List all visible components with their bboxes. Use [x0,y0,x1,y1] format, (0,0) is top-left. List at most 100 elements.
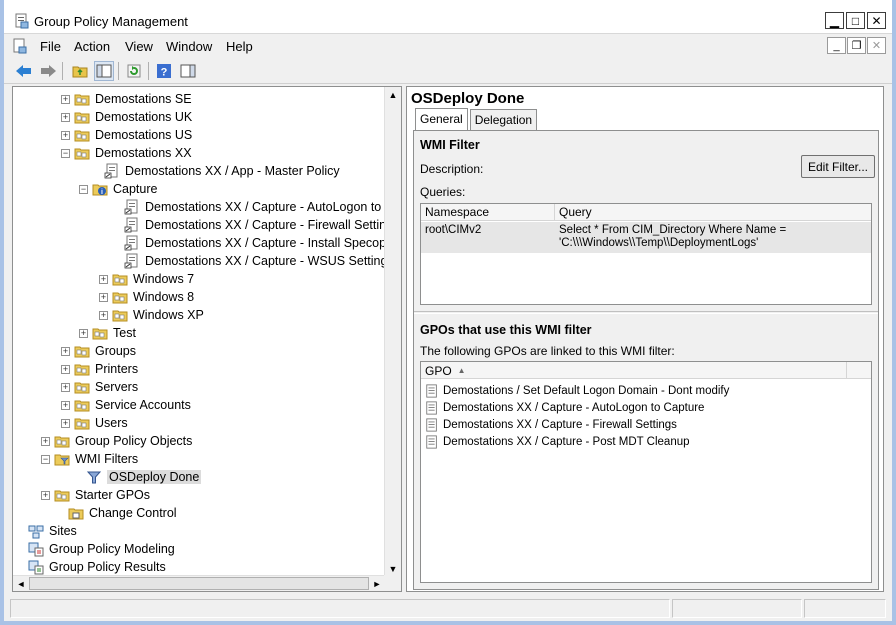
help-button[interactable]: ? [154,61,174,81]
list-item[interactable]: Demostations XX / Capture - Post MDT Cle… [425,433,690,450]
tree-node[interactable]: + Group Policy Objects [41,432,192,450]
expand-icon[interactable]: + [99,274,108,284]
refresh-button[interactable] [124,61,144,81]
tree-vertical-scrollbar[interactable]: ▲ ▼ [384,87,401,577]
expand-icon[interactable]: + [99,292,108,302]
list-item[interactable]: Demostations XX / Capture - AutoLogon to… [425,399,704,416]
tree-node[interactable]: + Service Accounts [61,396,191,414]
tree-node[interactable]: + Groups [61,342,136,360]
tree-node[interactable]: Demostations XX / Capture - Install Spec… [111,234,385,252]
expand-icon[interactable]: + [41,436,50,446]
close-button[interactable]: ✕ [867,12,886,29]
scroll-right-button[interactable]: ► [369,576,385,591]
console-icon[interactable] [12,38,28,54]
expand-icon[interactable]: + [61,130,70,140]
menu-help[interactable]: Help [226,39,253,54]
tree-node[interactable]: + Windows 7 [99,270,194,288]
tree-node[interactable]: + Printers [61,360,138,378]
folder-icon [74,343,90,359]
tree-node[interactable]: Demostations XX / Capture - AutoLogon to… [111,198,385,216]
tree-node[interactable]: − WMI Filters [41,450,138,468]
tree-node[interactable]: + Starter GPOs [41,486,150,504]
list-item[interactable]: Demostations / Set Default Logon Domain … [425,382,729,399]
folder-icon [54,433,70,449]
folder-icon [74,109,90,125]
collapse-icon[interactable]: − [61,148,70,158]
menu-action[interactable]: Action [74,39,110,54]
tree-node[interactable]: OSDeploy Done [73,468,202,486]
tree-node-label: Demostations XX / App - Master Policy [125,164,340,178]
gpo-link-icon [124,199,140,215]
menu-window[interactable]: Window [166,39,212,54]
close-icon: ✕ [871,40,882,52]
forward-button[interactable] [38,61,58,81]
tree-node[interactable]: + Servers [61,378,138,396]
tree-node[interactable]: + Test [79,324,136,342]
table-row[interactable]: root\CIMv2 Select * From CIM_Directory W… [421,222,871,253]
tab-general[interactable]: General [415,108,468,130]
triangle-down-icon: ▼ [388,564,398,574]
change-control-icon [68,505,84,521]
column-query[interactable]: Query [555,204,871,221]
tree-node[interactable]: + Demostations US [61,126,192,144]
mdi-restore-button[interactable]: ❐ [847,37,866,54]
tree-node[interactable]: Demostations XX / Capture - WSUS Setting… [111,252,385,270]
expand-icon[interactable]: + [61,94,70,104]
gpo-icon [425,434,439,449]
scroll-left-button[interactable]: ◄ [13,576,29,591]
menu-view[interactable]: View [125,39,153,54]
gpmc-app-icon [15,13,29,29]
expand-icon[interactable]: + [61,364,70,374]
list-item[interactable]: Demostations XX / Capture - Firewall Set… [425,416,677,433]
tree-node[interactable]: − i Capture [79,180,157,198]
folder-icon [74,91,90,107]
tree-node[interactable]: + Demostations SE [61,90,192,108]
back-button[interactable] [14,61,34,81]
edit-filter-button[interactable]: Edit Filter... [801,155,875,178]
expand-icon[interactable]: + [99,310,108,320]
show-hide-console-tree-button[interactable] [94,61,114,81]
expand-icon[interactable]: + [41,490,50,500]
up-one-level-button[interactable] [70,61,90,81]
tree-node[interactable]: Change Control [55,504,177,522]
mdi-close-button[interactable]: ✕ [867,37,886,54]
folder-icon [74,379,90,395]
tree-node[interactable]: Sites [15,522,77,540]
expand-icon[interactable]: + [61,382,70,392]
tree-horizontal-scrollbar[interactable]: ◄ ► [13,575,385,591]
tree-node[interactable]: Group Policy Results [15,558,166,576]
menu-file[interactable]: File [40,39,61,54]
scroll-up-button[interactable]: ▲ [385,87,401,103]
status-bar [4,596,892,621]
queries-table[interactable]: Namespace Query root\CIMv2 Select * From… [420,203,872,305]
minimize-button[interactable]: ▁ [825,12,844,29]
expand-icon[interactable]: + [61,346,70,356]
console-tree-pane[interactable]: + Demostations SE + Demostations UK + Demosta… [12,86,402,592]
gpos-list[interactable]: GPO ▲ Demostations / Set Default Logon D… [420,361,872,583]
tree-node[interactable]: Group Policy Modeling [15,540,175,558]
column-namespace[interactable]: Namespace [421,204,555,221]
column-gpo[interactable]: GPO ▲ [421,362,847,379]
scroll-thumb[interactable] [29,577,369,590]
tree-node[interactable]: + Users [61,414,128,432]
action-pane-icon [180,64,196,78]
tree-node[interactable]: + Demostations UK [61,108,192,126]
expand-icon[interactable]: + [61,400,70,410]
tree-node-label: WMI Filters [75,452,139,466]
section-divider [414,311,878,314]
expand-icon[interactable]: + [79,328,88,338]
collapse-icon[interactable]: − [79,184,88,194]
tree-node[interactable]: Demostations XX / Capture - Firewall Set… [111,216,385,234]
tree-node[interactable]: + Windows 8 [99,288,194,306]
refresh-icon [127,64,141,78]
tab-delegation[interactable]: Delegation [469,109,538,130]
expand-icon[interactable]: + [61,112,70,122]
tree-node[interactable]: − Demostations XX [61,144,192,162]
mdi-minimize-button[interactable]: _ [827,37,846,54]
tree-node[interactable]: Demostations XX / App - Master Policy [91,162,340,180]
expand-icon[interactable]: + [61,418,70,428]
tree-node[interactable]: + Windows XP [99,306,204,324]
show-hide-action-pane-button[interactable] [178,61,198,81]
collapse-icon[interactable]: − [41,454,50,464]
maximize-button[interactable]: □ [846,12,865,29]
